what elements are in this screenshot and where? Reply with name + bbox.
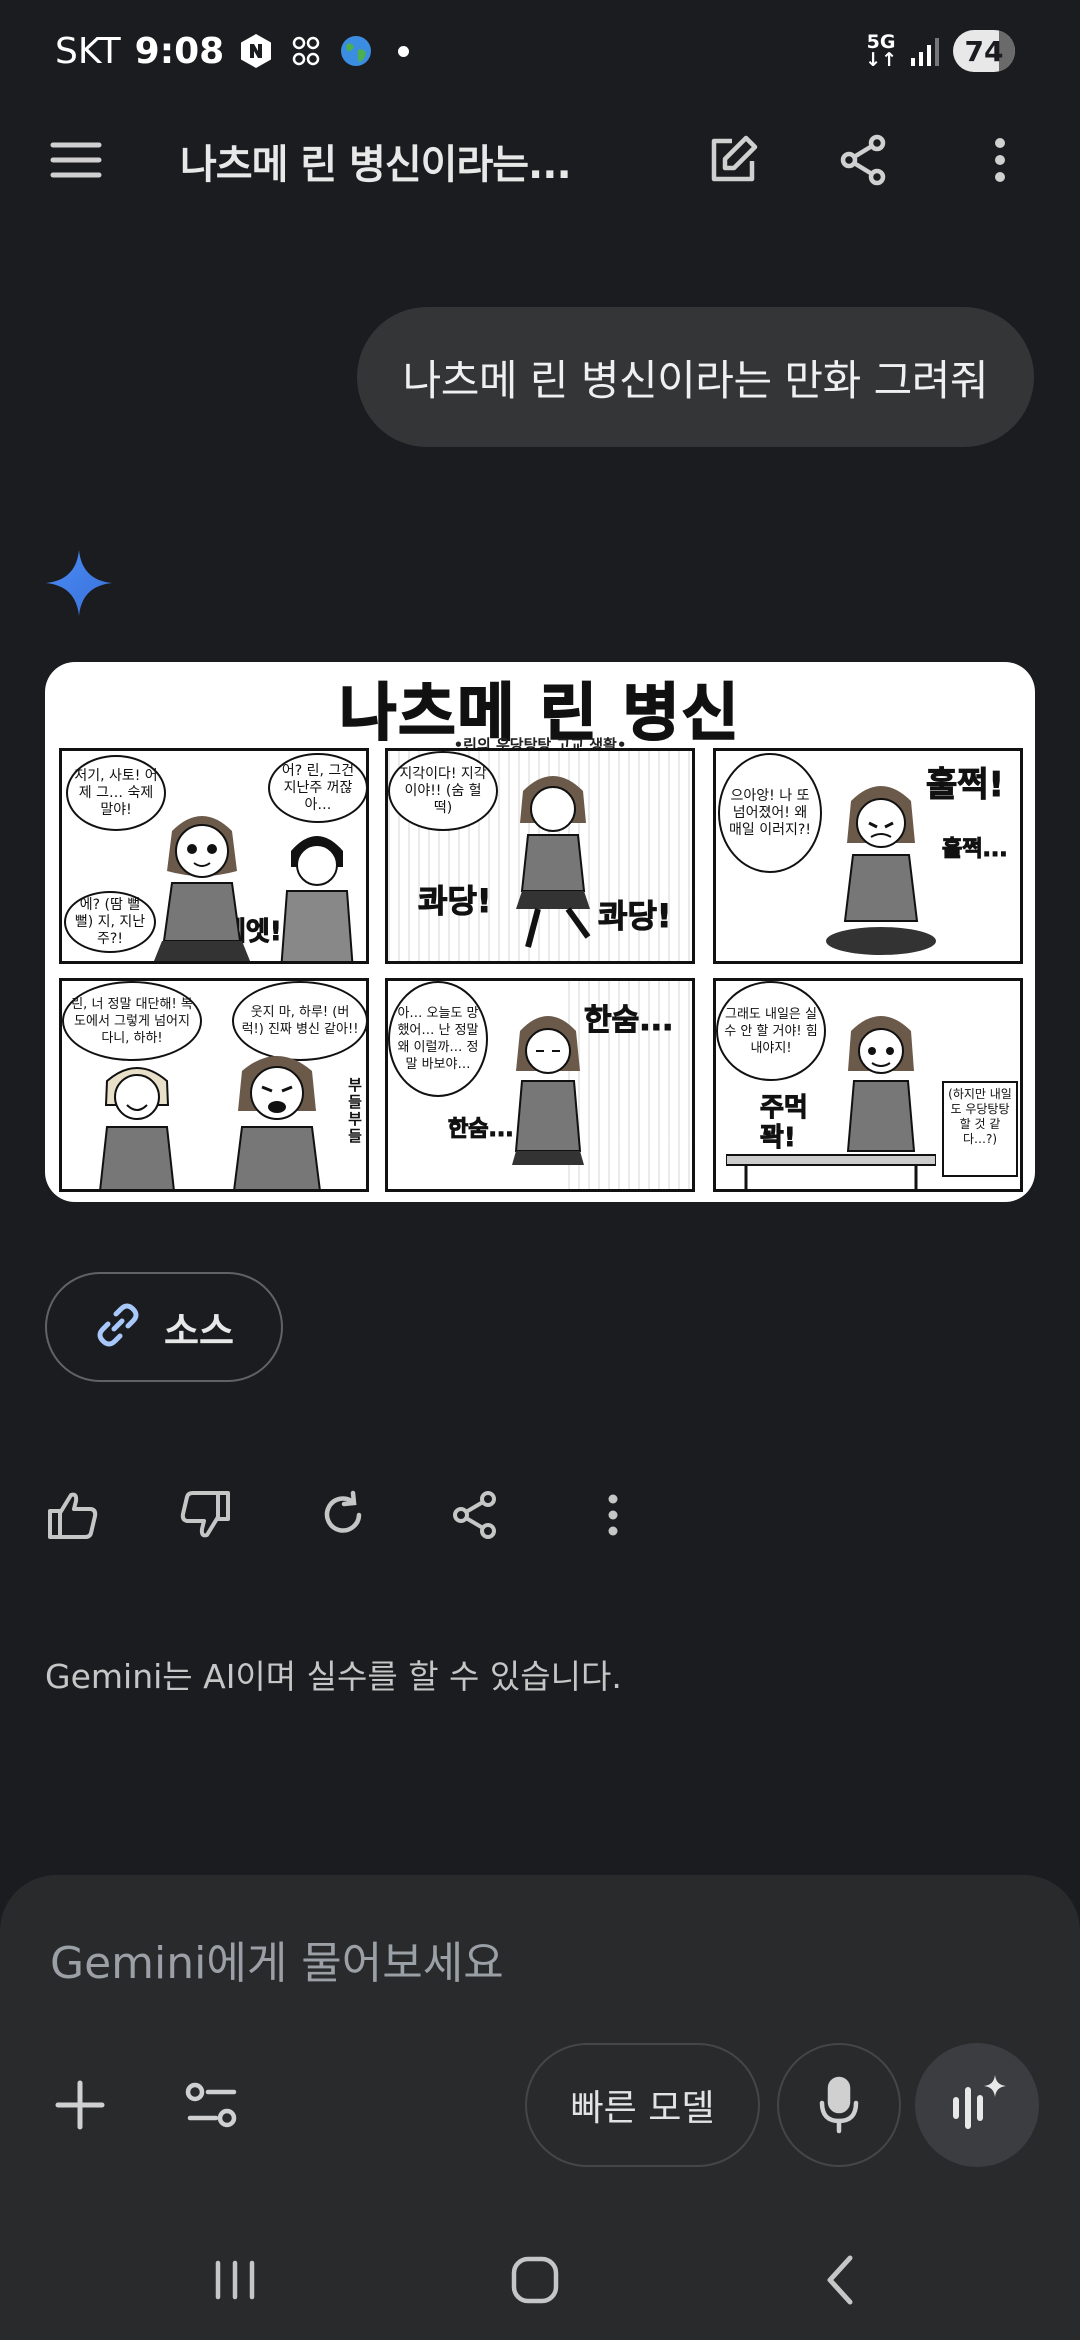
- sound-effect: 부들 부들: [348, 1076, 362, 1145]
- conversation-title[interactable]: 나츠메 린 병신이라는...: [180, 132, 572, 190]
- thumb-up-icon[interactable]: [38, 1480, 108, 1550]
- character-rin: [516, 776, 591, 948]
- recents-icon[interactable]: [195, 2245, 275, 2315]
- comic-panel-4: 린, 너 정말 대단해! 복도에서 그렇게 넘어지다니, 하하! 웃지 마, 하…: [59, 978, 369, 1192]
- comic-panel-1: 저기, 사토! 어제 그… 숙제 말야! 어? 린, 그건 지난주 꺼잖아… 에…: [59, 748, 369, 964]
- more-vert-icon[interactable]: [970, 130, 1030, 190]
- sources-label: 소스: [164, 1308, 234, 1353]
- thumb-down-icon[interactable]: [170, 1480, 240, 1550]
- globe-icon: [338, 33, 374, 69]
- signal-icon: [907, 33, 943, 69]
- comic-panel-2: 지각이다! 지각이야!! (숨 헐떡) 콰당! 콰당!: [385, 748, 695, 964]
- back-icon[interactable]: [800, 2245, 880, 2315]
- character-rin-crying: [826, 786, 936, 955]
- tools-icon[interactable]: [172, 2065, 252, 2145]
- gemini-spark-icon: [44, 548, 114, 618]
- notification-dot: [398, 45, 410, 57]
- share-icon[interactable]: [834, 130, 894, 190]
- sources-chip[interactable]: 소스: [45, 1272, 283, 1382]
- link-icon: [94, 1301, 142, 1353]
- live-icon[interactable]: [915, 2043, 1039, 2167]
- user-message-bubble: 나츠메 린 병신이라는 만화 그려줘: [356, 307, 1034, 447]
- character-sato: [280, 836, 354, 961]
- sound-effect: 훌쩍...: [942, 837, 1009, 863]
- speech-bubble: 그래도 내일은 실수 안 할 거야! 힘내야지!: [716, 981, 826, 1081]
- edit-icon[interactable]: [703, 130, 763, 190]
- regenerate-icon[interactable]: [308, 1480, 378, 1550]
- classroom-desk: [726, 1154, 936, 1189]
- response-actions: [0, 1480, 1080, 1560]
- model-label: 빠른 모델: [570, 2088, 715, 2129]
- prompt-input[interactable]: Gemini에게 물어보세요: [50, 1927, 504, 1991]
- narration-box: (하지만 내일도 우당탕탕할 것 같다…?): [942, 1081, 1018, 1177]
- ai-disclaimer: Gemini는 AI이며 실수를 할 수 있습니다.: [45, 1657, 622, 1696]
- sound-effect: 콰당!: [597, 897, 672, 936]
- menu-icon[interactable]: [48, 138, 108, 182]
- comic-panel-5: 아… 오늘도 망했어… 난 정말 왜 이럴까… 정말 바보야… 한숨... 한숨…: [385, 978, 695, 1192]
- speech-bubble: 으아앙! 나 또 넘어졌어! 왜 매일 이러지?!: [718, 753, 822, 873]
- carrier-label: SKT: [55, 30, 121, 72]
- user-message-text: 나츠메 린 병신이라는 만화 그려줘: [402, 355, 989, 405]
- system-nav-bar: [0, 2220, 1080, 2340]
- speech-bubble: 어? 린, 그건 지난주 꺼잖아…: [268, 753, 366, 823]
- more-vert-icon[interactable]: [578, 1480, 648, 1550]
- character-rin: [154, 816, 250, 961]
- comic-panel-3: 으아앙! 나 또 넘어졌어! 왜 매일 이러지?! 훌쩍! 훌쩍...: [713, 748, 1023, 964]
- character-rin-sad: [512, 1016, 584, 1165]
- grid-app-icon: [288, 33, 324, 69]
- home-icon[interactable]: [495, 2245, 575, 2315]
- speech-bubble: 린, 너 정말 대단해! 복도에서 그렇게 넘어지다니, 하하!: [62, 981, 202, 1061]
- generated-comic-image[interactable]: 나츠메 린 병신 •린의 우당탕탕 고교 생활• 저기, 사토! 어제 그… 숙…: [45, 662, 1035, 1202]
- battery-icon: 74: [953, 30, 1015, 72]
- sound-effect: 콰당!: [417, 882, 492, 921]
- app-bar: 나츠메 린 병신이라는...: [0, 110, 1080, 210]
- mic-icon[interactable]: [777, 2043, 901, 2167]
- speech-bubble: 지각이다! 지각이야!! (숨 헐떡): [388, 751, 498, 831]
- speech-bubble: 아… 오늘도 망했어… 난 정말 왜 이럴까… 정말 바보야…: [388, 981, 488, 1097]
- comic-panel-6: 그래도 내일은 실수 안 할 거야! 힘내야지! (하지만 내일도 우당탕탕할 …: [713, 978, 1023, 1192]
- clock: 9:08: [134, 30, 225, 72]
- character-rin-angry: [233, 1056, 321, 1189]
- share-icon[interactable]: [440, 1480, 510, 1550]
- plus-icon[interactable]: [40, 2065, 120, 2145]
- network-type: 5G ↓↑: [865, 31, 897, 71]
- naver-icon: [238, 33, 274, 69]
- character-haru: [99, 1067, 175, 1189]
- model-selector[interactable]: 빠른 모델: [525, 2043, 760, 2167]
- status-bar: SKT 9:08 5G ↓↑ 74: [0, 0, 1080, 100]
